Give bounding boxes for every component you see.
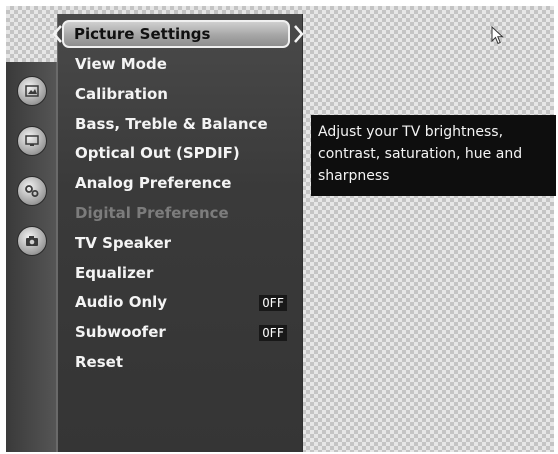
tv-icon — [25, 135, 39, 146]
menu-item-label: TV Speaker — [75, 233, 172, 252]
mouse-pointer-icon — [491, 26, 504, 45]
audio-only-toggle-value[interactable]: OFF — [259, 295, 287, 312]
menu-item-label: View Mode — [75, 55, 167, 73]
menu-item-label: Calibration — [75, 84, 168, 103]
menu-item-audio-only[interactable]: Audio Only OFF — [75, 288, 287, 318]
help-tooltip: Adjust your TV brightness, contrast, sat… — [311, 115, 556, 196]
settings-category-icon[interactable] — [17, 176, 47, 206]
menu-item-digital-preference: Digital Preference — [75, 199, 287, 229]
tv-category-icon[interactable] — [17, 126, 47, 156]
menu-item-label: Analog Preference — [75, 174, 232, 193]
menu-item-reset[interactable]: Reset — [75, 348, 287, 378]
picture-category-icon[interactable] — [17, 76, 47, 106]
picture-icon — [25, 85, 39, 97]
previous-arrow-icon[interactable] — [52, 25, 62, 43]
menu-item-label: Optical Out (SPDIF) — [75, 144, 240, 163]
gear-icon — [25, 185, 39, 197]
camera-icon — [26, 236, 38, 246]
menu-item-label: Bass, Treble & Balance — [75, 114, 268, 133]
tooltip-text: Adjust your TV brightness, contrast, sat… — [318, 124, 523, 184]
menu-item-view-mode[interactable]: View Mode — [75, 50, 287, 80]
menu-item-subwoofer[interactable]: Subwoofer OFF — [75, 318, 287, 348]
menu-item-label: Reset — [75, 352, 123, 371]
menu-item-tv-speaker[interactable]: TV Speaker — [75, 229, 287, 259]
camera-category-icon[interactable] — [17, 226, 47, 256]
subwoofer-toggle-value[interactable]: OFF — [259, 325, 287, 342]
menu-item-equalizer[interactable]: Equalizer — [75, 259, 287, 289]
menu-item-label: Subwoofer — [75, 323, 166, 342]
menu-item-label: Digital Preference — [75, 203, 229, 222]
menu-item-label: Equalizer — [75, 263, 154, 282]
menu-item-label: Audio Only — [75, 293, 168, 312]
menu-item-bass-treble-balance[interactable]: Bass, Treble & Balance — [75, 110, 287, 140]
menu-item-analog-preference[interactable]: Analog Preference — [75, 169, 287, 199]
menu-header-label: Picture Settings — [74, 25, 211, 43]
next-arrow-icon[interactable] — [294, 25, 304, 43]
menu-header-picture-settings[interactable]: Picture Settings — [62, 20, 290, 48]
menu-item-list: View Mode Calibration Bass, Treble & Bal… — [75, 50, 287, 378]
menu-item-optical-out[interactable]: Optical Out (SPDIF) — [75, 139, 287, 169]
category-sidebar — [6, 62, 57, 452]
menu-item-calibration[interactable]: Calibration — [75, 80, 287, 110]
